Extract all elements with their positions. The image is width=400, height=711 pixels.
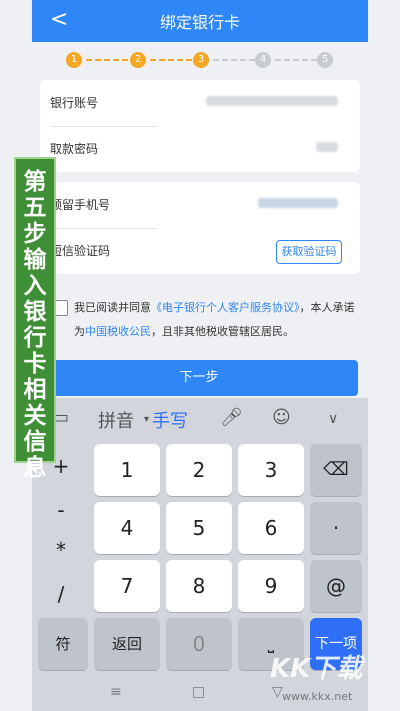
step-connector [275,59,317,61]
agreement-link[interactable]: 《电子银行个人客户服务协议》 [151,301,300,314]
account-value-masked [206,96,338,106]
account-card: 银行账号 取款密码 [40,80,360,172]
collapse-keyboard-icon[interactable]: ∨ [328,411,338,427]
keyboard-toolbar: ▭ 拼音 ▾ 手写 🎤︎ ☺ ∨ [32,398,368,440]
step-1: 1 [66,52,82,68]
chevron-down-icon: ▾ [144,414,150,425]
step-connector [150,59,192,61]
key-multiply[interactable]: * [36,538,86,562]
key-5[interactable]: 5 [166,502,232,554]
menu-icon[interactable]: ≡ [110,684,122,700]
phone-card: 预留手机号 短信验证码 获取验证码 [40,182,360,274]
pinyin-mode[interactable]: 拼音 [98,407,134,433]
title-bar: < 绑定银行卡 [32,0,368,42]
step-connector [86,59,128,61]
get-code-button[interactable]: 获取验证码 [276,240,342,264]
key-minus[interactable]: - [36,498,86,522]
pin-label: 取款密码 [50,142,99,156]
key-at[interactable]: @ [310,560,362,612]
key-dot[interactable]: · [310,502,362,554]
phone-value-masked [258,198,338,208]
key-7[interactable]: 7 [94,560,160,612]
key-9[interactable]: 9 [238,560,304,612]
backspace-icon[interactable]: ⌫ [310,444,362,496]
symbol-key[interactable]: 符 [38,618,88,670]
return-key[interactable]: 返回 [94,618,160,670]
code-label: 短信验证码 [50,244,111,258]
key-3[interactable]: 3 [238,444,304,496]
handwrite-mode[interactable]: 手写 [152,407,188,433]
key-4[interactable]: 4 [94,502,160,554]
agreement-prefix: 我已阅读并同意 [74,301,151,314]
key-8[interactable]: 8 [166,560,232,612]
step-5: 5 [317,52,333,68]
tax-resident-link[interactable]: 中国税收公民 [85,325,151,338]
watermark-url: www.kkx.net [282,690,353,703]
agreement-text: 我已阅读并同意《电子银行个人客户服务协议》，本人承诺为中国税收公民，且非其他税收… [74,296,364,344]
pin-value-masked [316,142,338,152]
key-0[interactable]: 0 [166,618,232,670]
pin-row[interactable]: 取款密码 [40,126,360,172]
account-label: 银行账号 [50,96,99,110]
emoji-icon[interactable]: ☺ [272,407,291,428]
step-connector [213,59,255,61]
next-step-button[interactable]: 下一步 [40,360,358,396]
key-1[interactable]: 1 [94,444,160,496]
code-row[interactable]: 短信验证码 获取验证码 [40,228,360,274]
account-row[interactable]: 银行账号 [40,80,360,126]
step-2: 2 [130,52,146,68]
watermark-logo: KK下载 [270,654,363,684]
step-indicator: 1 2 3 4 5 [32,42,368,78]
home-icon[interactable]: □ [192,684,205,700]
microphone-icon[interactable]: 🎤︎ [220,407,243,428]
phone-row[interactable]: 预留手机号 [40,182,360,228]
instruction-banner: 第五步输入银行卡相关信息 [14,157,56,481]
agreement-suffix: ，且非其他税收管辖区居民。 [151,325,294,338]
key-divide[interactable]: / [36,582,86,606]
step-4: 4 [255,52,271,68]
key-6[interactable]: 6 [238,502,304,554]
key-2[interactable]: 2 [166,444,232,496]
phone-label: 预留手机号 [50,198,111,212]
step-3: 3 [193,52,209,68]
page-title: 绑定银行卡 [159,13,240,32]
